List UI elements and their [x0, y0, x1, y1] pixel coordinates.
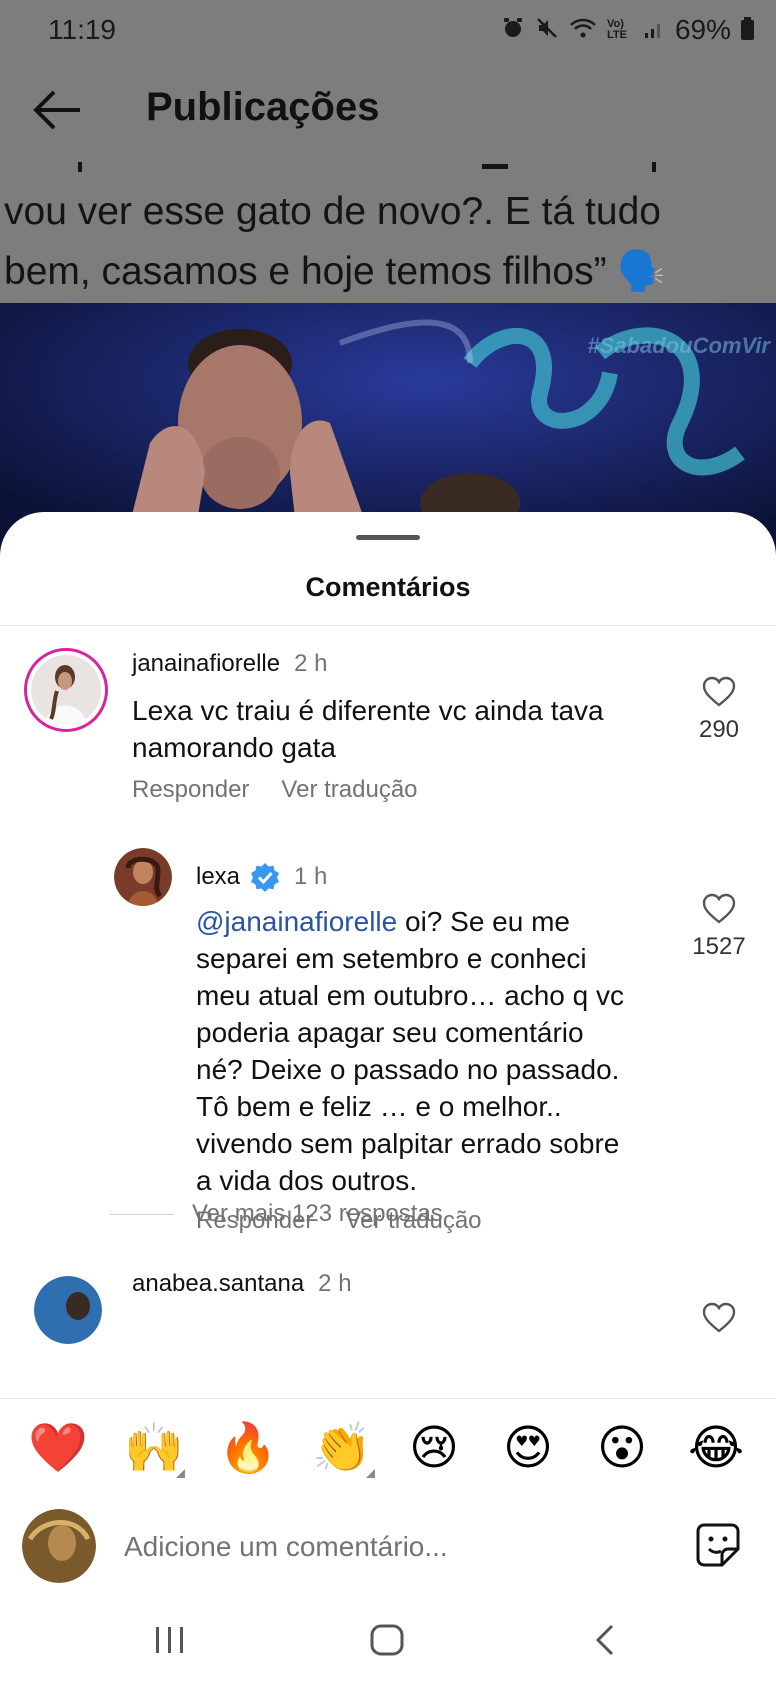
reply-button[interactable]: Responder	[132, 776, 249, 804]
comment-timestamp: 2 h	[318, 1270, 352, 1297]
alarm-icon	[501, 16, 525, 45]
emoji-surprised-face[interactable]: 😮	[592, 1419, 652, 1479]
recent-apps-icon[interactable]	[125, 1600, 215, 1680]
comments-sheet: Comentários janainafiorelle 2 h Lexa vc …	[0, 512, 776, 1682]
post-hashtag: #SabadouComVir	[587, 333, 770, 358]
arrow-left-icon[interactable]	[30, 87, 86, 133]
signal-icon	[643, 17, 665, 44]
heart-icon[interactable]	[701, 676, 737, 708]
comment-text-line: né? Deixe o passado no passado.	[196, 1054, 620, 1085]
skin-tone-indicator	[366, 1469, 375, 1478]
comment-text-line: separei em setembro e conheci	[196, 943, 587, 974]
comment-input[interactable]	[124, 1527, 644, 1567]
comment-text-line: a vida dos outros.	[196, 1165, 418, 1196]
avatar[interactable]	[114, 848, 172, 906]
reply-item: lexa 1 h @janainafiorelle oi? Se eu me s…	[0, 840, 776, 1234]
translate-button[interactable]: Ver tradução	[281, 776, 417, 804]
verified-badge-icon	[251, 863, 280, 892]
comment-actions: Responder Ver tradução	[132, 776, 418, 804]
view-more-replies[interactable]: Ver mais 123 respostas	[110, 1200, 443, 1228]
comments-list[interactable]: janainafiorelle 2 h Lexa vc traiu é dife…	[0, 626, 776, 1398]
volte-icon: Vo) LTE	[606, 18, 627, 41]
comment-header: anabea.santana 2 h	[132, 1270, 352, 1298]
page-title: Publicações	[146, 85, 380, 129]
comment-username[interactable]: anabea.santana	[132, 1270, 304, 1298]
like-control	[684, 1302, 754, 1334]
like-control: 290	[684, 676, 754, 744]
emoji-heart-eyes[interactable]: 😍	[498, 1419, 558, 1479]
emoji-raised-hands[interactable]: 🙌	[124, 1419, 184, 1479]
comment-text-segment: oi? Se eu me	[397, 906, 570, 937]
comment-username[interactable]: janainafiorelle	[132, 650, 280, 678]
app-header: Publicações	[0, 75, 776, 145]
status-time: 11:19	[48, 14, 116, 45]
home-icon[interactable]	[342, 1600, 432, 1680]
like-control: 1527	[684, 893, 754, 961]
comment-text-line: @janainafiorelle oi? Se eu me	[196, 903, 686, 940]
comment-timestamp: 1 h	[294, 863, 328, 890]
heart-icon[interactable]	[701, 1302, 737, 1334]
divider	[110, 1213, 174, 1215]
comment-text-line: poderia apagar seu comentário	[196, 1017, 584, 1048]
caption-clipped-line	[78, 162, 656, 172]
comment-item: anabea.santana 2 h	[0, 1256, 776, 1398]
mute-icon	[535, 16, 559, 45]
status-bar: 11:19 Vo) LTE 69%	[0, 0, 776, 60]
like-count: 1527	[692, 933, 746, 960]
current-user-avatar	[22, 1509, 96, 1583]
comment-header: lexa 1 h	[196, 862, 327, 892]
system-nav-bar	[0, 1600, 776, 1682]
mention-link[interactable]: @janainafiorelle	[196, 906, 397, 937]
sheet-title: Comentários	[305, 572, 471, 602]
avatar[interactable]	[34, 1276, 102, 1344]
emoji-crying-face[interactable]: 😢	[404, 1419, 464, 1479]
sticker-icon[interactable]	[694, 1521, 742, 1569]
emoji-fire[interactable]: 🔥	[218, 1419, 278, 1479]
avatar-image	[31, 655, 101, 725]
like-count: 290	[698, 716, 740, 743]
comment-item: janainafiorelle 2 h Lexa vc traiu é dife…	[0, 626, 776, 826]
wifi-icon	[569, 16, 597, 45]
caption-line: vou ver esse gato de novo?. E tá tudo	[4, 190, 661, 233]
comment-text-line: namorando gata	[132, 732, 336, 763]
comment-header: janainafiorelle 2 h	[132, 650, 327, 678]
skin-tone-indicator	[176, 1469, 185, 1478]
comment-text-line: Tô bem e feliz … e o melhor..	[196, 1091, 562, 1122]
comment-text: Lexa vc traiu é diferente vc ainda tava …	[132, 692, 692, 766]
back-nav-icon[interactable]	[560, 1600, 650, 1680]
comment-username[interactable]: lexa	[196, 863, 240, 891]
avatar-image	[114, 848, 172, 906]
avatar[interactable]	[24, 648, 108, 732]
emoji-heart[interactable]: ❤️	[28, 1419, 88, 1479]
view-more-replies-label: Ver mais 123 respostas	[192, 1200, 443, 1227]
post-caption: vou ver esse gato de novo?. E tá tudo be…	[4, 182, 776, 302]
status-icons: Vo) LTE 69%	[501, 14, 754, 46]
avatar-image	[34, 1276, 102, 1344]
emoji-tears-of-joy[interactable]: 😂	[686, 1419, 746, 1479]
battery-percent: 69%	[674, 14, 731, 45]
comment-timestamp: 2 h	[294, 650, 328, 677]
heart-icon[interactable]	[701, 893, 737, 925]
battery-icon	[741, 17, 754, 40]
comment-text-line: vivendo sem palpitar errado sobre	[196, 1128, 620, 1159]
comment-text-line: Lexa vc traiu é diferente vc ainda tava	[132, 695, 604, 726]
emoji-clapping-hands[interactable]: 👏	[312, 1419, 372, 1479]
avatar-image	[22, 1509, 96, 1583]
comment-text: @janainafiorelle oi? Se eu me separei em…	[196, 903, 686, 1199]
drag-handle[interactable]	[356, 535, 420, 540]
comment-text-line: meu atual em outubro… acho q vc	[196, 980, 625, 1011]
caption-line: bem, casamos e hoje temos filhos” 🗣️	[4, 250, 666, 293]
emoji-bar: ❤️ 🙌 🔥 👏 😢 😍 😮 😂	[0, 1419, 776, 1495]
